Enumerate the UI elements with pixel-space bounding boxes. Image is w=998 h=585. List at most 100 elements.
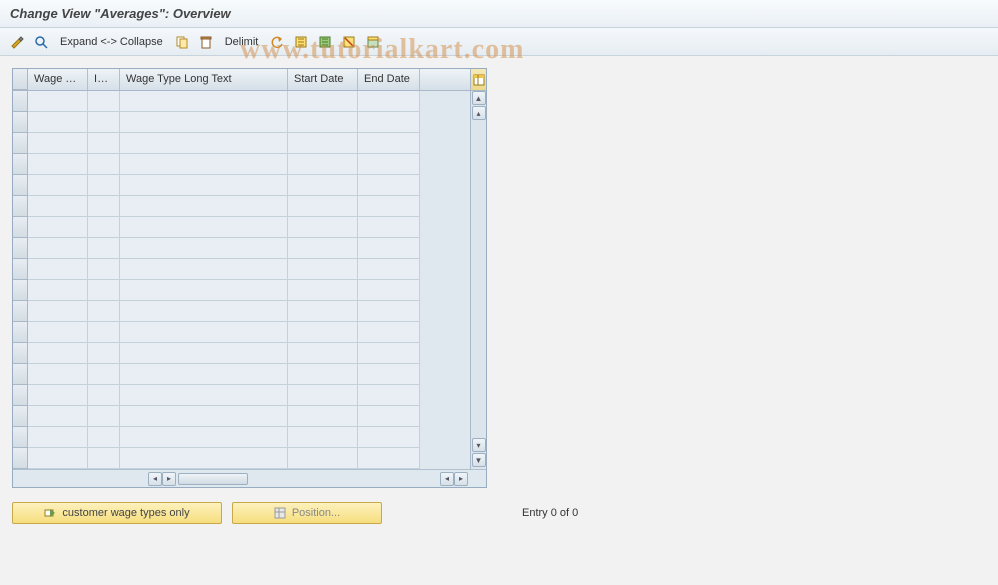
table-cell[interactable] — [120, 154, 288, 175]
column-header[interactable]: End Date — [358, 69, 420, 90]
table-cell[interactable] — [28, 301, 88, 322]
deselect-all-icon[interactable] — [338, 32, 360, 52]
table-cell[interactable] — [288, 343, 358, 364]
table-cell[interactable] — [288, 280, 358, 301]
table-cell[interactable] — [288, 364, 358, 385]
column-header[interactable]: Start Date — [288, 69, 358, 90]
table-cell[interactable] — [120, 448, 288, 469]
table-cell[interactable] — [120, 427, 288, 448]
table-cell[interactable] — [358, 448, 420, 469]
table-cell[interactable] — [288, 448, 358, 469]
delete-icon[interactable] — [195, 32, 217, 52]
table-cell[interactable] — [358, 364, 420, 385]
column-header[interactable]: Wage Ty... — [28, 69, 88, 90]
table-cell[interactable] — [358, 196, 420, 217]
column-header[interactable]: Wage Type Long Text — [120, 69, 288, 90]
table-cell[interactable] — [120, 301, 288, 322]
table-cell[interactable] — [88, 406, 120, 427]
table-cell[interactable] — [28, 91, 88, 112]
table-cell[interactable] — [88, 448, 120, 469]
row-selector[interactable] — [13, 301, 28, 322]
scroll-down-icon[interactable]: ▾ — [472, 438, 486, 452]
table-cell[interactable] — [88, 154, 120, 175]
table-cell[interactable] — [358, 91, 420, 112]
table-cell[interactable] — [28, 112, 88, 133]
table-cell[interactable] — [358, 406, 420, 427]
table-cell[interactable] — [88, 364, 120, 385]
table-cell[interactable] — [358, 217, 420, 238]
table-settings-icon[interactable] — [362, 32, 384, 52]
table-cell[interactable] — [88, 259, 120, 280]
table-cell[interactable] — [88, 301, 120, 322]
table-cell[interactable] — [288, 196, 358, 217]
row-selector[interactable] — [13, 259, 28, 280]
hscroll-left2-icon[interactable]: ◂ — [440, 472, 454, 486]
table-cell[interactable] — [358, 133, 420, 154]
row-selector[interactable] — [13, 406, 28, 427]
table-cell[interactable] — [120, 406, 288, 427]
table-cell[interactable] — [28, 133, 88, 154]
copy-icon[interactable] — [171, 32, 193, 52]
table-cell[interactable] — [88, 427, 120, 448]
table-cell[interactable] — [120, 133, 288, 154]
table-cell[interactable] — [358, 112, 420, 133]
find-icon[interactable] — [30, 32, 52, 52]
row-selector[interactable] — [13, 91, 28, 112]
table-cell[interactable] — [88, 196, 120, 217]
table-cell[interactable] — [358, 259, 420, 280]
table-config-icon[interactable] — [470, 69, 486, 91]
hscroll-thumb[interactable] — [178, 473, 248, 485]
table-cell[interactable] — [88, 217, 120, 238]
table-cell[interactable] — [358, 175, 420, 196]
table-cell[interactable] — [288, 154, 358, 175]
hscroll-left-icon[interactable]: ◂ — [148, 472, 162, 486]
row-selector[interactable] — [13, 364, 28, 385]
hscroll-right2-icon[interactable]: ▸ — [454, 472, 468, 486]
table-cell[interactable] — [28, 406, 88, 427]
table-cell[interactable] — [358, 427, 420, 448]
table-cell[interactable] — [288, 385, 358, 406]
expand-collapse-button[interactable]: Expand <-> Collapse — [54, 36, 169, 48]
table-cell[interactable] — [120, 259, 288, 280]
scroll-up-icon[interactable]: ▴ — [472, 106, 486, 120]
scroll-top-icon[interactable]: ▲ — [472, 91, 486, 105]
hscroll-right-icon[interactable]: ▸ — [162, 472, 176, 486]
column-header[interactable]: Inf... — [88, 69, 120, 90]
row-selector[interactable] — [13, 322, 28, 343]
table-cell[interactable] — [288, 322, 358, 343]
select-all-icon[interactable] — [290, 32, 312, 52]
row-selector[interactable] — [13, 427, 28, 448]
table-cell[interactable] — [358, 343, 420, 364]
table-cell[interactable] — [120, 175, 288, 196]
table-cell[interactable] — [88, 343, 120, 364]
table-cell[interactable] — [120, 343, 288, 364]
table-cell[interactable] — [288, 112, 358, 133]
row-selector[interactable] — [13, 112, 28, 133]
table-cell[interactable] — [88, 385, 120, 406]
table-cell[interactable] — [358, 322, 420, 343]
table-cell[interactable] — [28, 175, 88, 196]
table-cell[interactable] — [288, 133, 358, 154]
select-block-icon[interactable] — [314, 32, 336, 52]
row-selector[interactable] — [13, 238, 28, 259]
table-cell[interactable] — [358, 385, 420, 406]
table-cell[interactable] — [88, 322, 120, 343]
table-cell[interactable] — [28, 259, 88, 280]
row-selector[interactable] — [13, 385, 28, 406]
table-cell[interactable] — [28, 364, 88, 385]
vertical-scrollbar[interactable]: ▲ ▴ ▾ ▼ — [470, 91, 486, 469]
table-cell[interactable] — [288, 259, 358, 280]
table-cell[interactable] — [88, 280, 120, 301]
table-cell[interactable] — [28, 154, 88, 175]
table-cell[interactable] — [358, 280, 420, 301]
table-cell[interactable] — [120, 364, 288, 385]
row-selector[interactable] — [13, 280, 28, 301]
row-selector[interactable] — [13, 154, 28, 175]
table-cell[interactable] — [88, 91, 120, 112]
table-cell[interactable] — [88, 133, 120, 154]
table-cell[interactable] — [288, 238, 358, 259]
change-display-icon[interactable] — [6, 32, 28, 52]
row-selector[interactable] — [13, 217, 28, 238]
table-cell[interactable] — [120, 217, 288, 238]
table-cell[interactable] — [120, 91, 288, 112]
